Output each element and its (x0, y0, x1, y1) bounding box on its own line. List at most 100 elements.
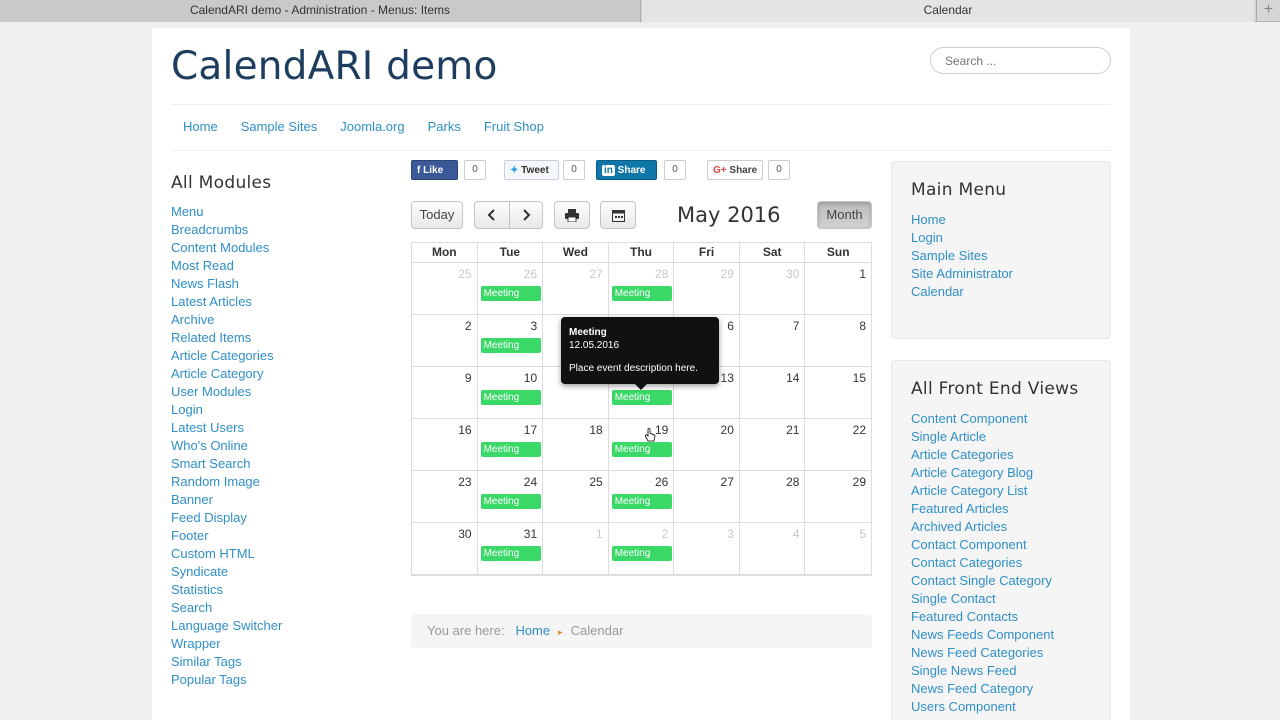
calendar-event[interactable]: Meeting (611, 390, 672, 405)
module-link-archive[interactable]: Archive (171, 312, 214, 327)
module-link-content-modules[interactable]: Content Modules (171, 240, 269, 255)
calendar-day-cell[interactable]: 14 (740, 367, 806, 419)
module-link-article-category[interactable]: Article Category (171, 366, 263, 381)
module-link-custom-html[interactable]: Custom HTML (171, 546, 255, 561)
calendar-day-cell[interactable]: 31 Meeting (478, 523, 544, 575)
main-menu-link-login[interactable]: Login (911, 230, 943, 245)
module-link-article-categories[interactable]: Article Categories (171, 348, 274, 363)
front-end-link-news-feeds-component[interactable]: News Feeds Component (911, 627, 1054, 642)
prev-month-button[interactable] (474, 201, 510, 229)
calendar-day-cell[interactable]: 9 (412, 367, 478, 419)
module-link-banner[interactable]: Banner (171, 492, 213, 507)
front-end-link-article-category-list[interactable]: Article Category List (911, 483, 1027, 498)
print-button[interactable] (554, 201, 590, 229)
calendar-event[interactable]: Meeting (611, 286, 672, 301)
calendar-day-cell[interactable]: 15 (805, 367, 871, 419)
front-end-link-news-feed-categories[interactable]: News Feed Categories (911, 645, 1043, 660)
front-end-link-contact-single-category[interactable]: Contact Single Category (911, 573, 1052, 588)
calendar-day-cell[interactable]: 3 Meeting (478, 315, 544, 367)
facebook-like-button[interactable]: f Like (411, 160, 458, 180)
calendar-day-cell[interactable]: 28 Meeting (609, 263, 675, 315)
main-menu-link-calendar[interactable]: Calendar (911, 284, 964, 299)
calendar-day-cell[interactable]: 25 (412, 263, 478, 315)
front-end-link-single-article[interactable]: Single Article (911, 429, 986, 444)
main-menu-link-site-administrator[interactable]: Site Administrator (911, 266, 1013, 281)
calendar-day-cell[interactable]: 1 (805, 263, 871, 315)
module-link-news-flash[interactable]: News Flash (171, 276, 239, 291)
calendar-day-cell[interactable]: 16 (412, 419, 478, 471)
front-end-link-single-contact[interactable]: Single Contact (911, 591, 996, 606)
calendar-event[interactable]: Meeting (611, 442, 672, 457)
nav-item-parks[interactable]: Parks (428, 119, 461, 139)
module-link-wrapper[interactable]: Wrapper (171, 636, 221, 651)
module-link-random-image[interactable]: Random Image (171, 474, 260, 489)
calendar-event[interactable]: Meeting (611, 494, 672, 509)
front-end-link-content-component[interactable]: Content Component (911, 411, 1027, 426)
nav-item-fruit-shop[interactable]: Fruit Shop (484, 119, 544, 139)
calendar-day-cell[interactable]: 4 (740, 523, 806, 575)
calendar-day-cell[interactable]: 30 (412, 523, 478, 575)
module-link-most-read[interactable]: Most Read (171, 258, 234, 273)
calendar-day-cell[interactable]: 2 (412, 315, 478, 367)
module-link-footer[interactable]: Footer (171, 528, 209, 543)
front-end-link-featured-articles[interactable]: Featured Articles (911, 501, 1009, 516)
module-link-syndicate[interactable]: Syndicate (171, 564, 228, 579)
main-menu-link-sample-sites[interactable]: Sample Sites (911, 248, 988, 263)
front-end-link-contact-categories[interactable]: Contact Categories (911, 555, 1022, 570)
browser-tab-admin[interactable]: CalendARI demo - Administration - Menus:… (0, 0, 641, 22)
front-end-link-users-component[interactable]: Users Component (911, 699, 1016, 714)
module-link-breadcrumbs[interactable]: Breadcrumbs (171, 222, 248, 237)
breadcrumb-home-link[interactable]: Home (515, 623, 550, 638)
module-link-similar-tags[interactable]: Similar Tags (171, 654, 242, 669)
calendar-day-cell[interactable]: 23 (412, 471, 478, 523)
nav-item-joomla-org[interactable]: Joomla.org (340, 119, 404, 139)
front-end-link-article-categories[interactable]: Article Categories (911, 447, 1014, 462)
calendar-day-cell[interactable]: 10 Meeting (478, 367, 544, 419)
calendar-day-cell[interactable]: 28 (740, 471, 806, 523)
calendar-day-cell[interactable]: 29 (805, 471, 871, 523)
module-link-latest-users[interactable]: Latest Users (171, 420, 244, 435)
twitter-tweet-button[interactable]: ✦ Tweet (504, 160, 559, 180)
front-end-link-news-feed-category[interactable]: News Feed Category (911, 681, 1033, 696)
google-plus-share-button[interactable]: G+ Share (707, 160, 763, 180)
calendar-day-cell[interactable]: 25 (543, 471, 609, 523)
front-end-link-contact-component[interactable]: Contact Component (911, 537, 1027, 552)
today-button[interactable]: Today (411, 201, 463, 229)
calendar-day-cell[interactable]: 26 Meeting (478, 263, 544, 315)
nav-item-home[interactable]: Home (183, 119, 218, 139)
module-link-search[interactable]: Search (171, 600, 212, 615)
module-link-who-s-online[interactable]: Who's Online (171, 438, 248, 453)
calendar-day-cell[interactable]: 7 (740, 315, 806, 367)
module-link-feed-display[interactable]: Feed Display (171, 510, 247, 525)
calendar-day-cell[interactable]: 29 (674, 263, 740, 315)
module-link-latest-articles[interactable]: Latest Articles (171, 294, 252, 309)
front-end-link-single-news-feed[interactable]: Single News Feed (911, 663, 1017, 678)
module-link-login[interactable]: Login (171, 402, 203, 417)
calendar-event[interactable]: Meeting (480, 546, 541, 561)
calendar-day-cell[interactable]: 20 (674, 419, 740, 471)
calendar-event[interactable]: Meeting (480, 494, 541, 509)
calendar-day-cell[interactable]: 2 Meeting (609, 523, 675, 575)
calendar-day-cell[interactable]: 5 (805, 523, 871, 575)
calendar-day-cell[interactable]: 24 Meeting (478, 471, 544, 523)
calendar-day-cell[interactable]: 18 (543, 419, 609, 471)
nav-item-sample-sites[interactable]: Sample Sites (241, 119, 318, 139)
calendar-day-cell[interactable]: 27 (674, 471, 740, 523)
module-link-menu[interactable]: Menu (171, 204, 204, 219)
calendar-day-cell[interactable]: 1 (543, 523, 609, 575)
calendar-event[interactable]: Meeting (480, 390, 541, 405)
module-link-related-items[interactable]: Related Items (171, 330, 251, 345)
front-end-link-archived-articles[interactable]: Archived Articles (911, 519, 1007, 534)
calendar-day-cell[interactable]: 17 Meeting (478, 419, 544, 471)
module-link-user-modules[interactable]: User Modules (171, 384, 251, 399)
calendar-day-cell[interactable]: 19 Meeting (609, 419, 675, 471)
calendar-day-cell[interactable]: 21 (740, 419, 806, 471)
calendar-day-cell[interactable]: 22 (805, 419, 871, 471)
calendar-day-cell[interactable]: 3 (674, 523, 740, 575)
next-month-button[interactable] (509, 201, 543, 229)
calendar-day-cell[interactable]: 8 (805, 315, 871, 367)
calendar-day-cell[interactable]: 27 (543, 263, 609, 315)
new-tab-button[interactable]: + (1256, 0, 1280, 22)
module-link-smart-search[interactable]: Smart Search (171, 456, 250, 471)
module-link-popular-tags[interactable]: Popular Tags (171, 672, 247, 687)
